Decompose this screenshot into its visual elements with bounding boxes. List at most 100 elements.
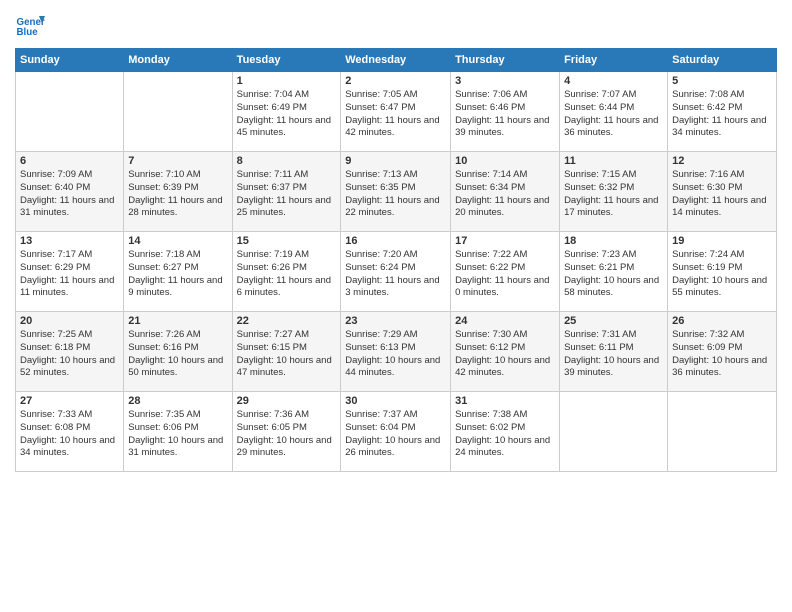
calendar-cell-1-4: 2 Sunrise: 7:05 AM Sunset: 6:47 PM Daylig… xyxy=(341,72,451,152)
day-info: Sunrise: 7:32 AM Sunset: 6:09 PM Dayligh… xyxy=(672,329,772,380)
day-info: Sunrise: 7:16 AM Sunset: 6:30 PM Dayligh… xyxy=(672,169,772,220)
day-number: 20 xyxy=(20,315,119,327)
day-number: 22 xyxy=(237,315,337,327)
calendar-cell-3-3: 15 Sunrise: 7:19 AM Sunset: 6:26 PM Dayli… xyxy=(232,232,341,312)
calendar-week-5: 27 Sunrise: 7:33 AM Sunset: 6:08 PM Dayli… xyxy=(16,392,777,472)
day-info: Sunrise: 7:30 AM Sunset: 6:12 PM Dayligh… xyxy=(455,329,555,380)
day-info: Sunrise: 7:25 AM Sunset: 6:18 PM Dayligh… xyxy=(20,329,119,380)
day-number: 28 xyxy=(128,395,227,407)
calendar-cell-2-3: 8 Sunrise: 7:11 AM Sunset: 6:37 PM Daylig… xyxy=(232,152,341,232)
calendar-cell-2-4: 9 Sunrise: 7:13 AM Sunset: 6:35 PM Daylig… xyxy=(341,152,451,232)
day-number: 16 xyxy=(345,235,446,247)
logo-icon: General Blue xyxy=(15,10,45,40)
calendar-cell-5-6 xyxy=(560,392,668,472)
day-info: Sunrise: 7:26 AM Sunset: 6:16 PM Dayligh… xyxy=(128,329,227,380)
day-info: Sunrise: 7:35 AM Sunset: 6:06 PM Dayligh… xyxy=(128,409,227,460)
day-info: Sunrise: 7:18 AM Sunset: 6:27 PM Dayligh… xyxy=(128,249,227,300)
day-number: 18 xyxy=(564,235,663,247)
calendar-cell-3-5: 17 Sunrise: 7:22 AM Sunset: 6:22 PM Dayli… xyxy=(451,232,560,312)
logo: General Blue xyxy=(15,10,45,40)
day-info: Sunrise: 7:13 AM Sunset: 6:35 PM Dayligh… xyxy=(345,169,446,220)
day-info: Sunrise: 7:07 AM Sunset: 6:44 PM Dayligh… xyxy=(564,89,663,140)
calendar-header-thursday: Thursday xyxy=(451,49,560,72)
day-number: 11 xyxy=(564,155,663,167)
calendar-cell-1-2 xyxy=(124,72,232,152)
calendar-cell-1-5: 3 Sunrise: 7:06 AM Sunset: 6:46 PM Daylig… xyxy=(451,72,560,152)
day-number: 3 xyxy=(455,75,555,87)
day-number: 1 xyxy=(237,75,337,87)
calendar-header-row: SundayMondayTuesdayWednesdayThursdayFrid… xyxy=(16,49,777,72)
calendar-cell-4-2: 21 Sunrise: 7:26 AM Sunset: 6:16 PM Dayli… xyxy=(124,312,232,392)
day-info: Sunrise: 7:09 AM Sunset: 6:40 PM Dayligh… xyxy=(20,169,119,220)
calendar-cell-4-7: 26 Sunrise: 7:32 AM Sunset: 6:09 PM Dayli… xyxy=(668,312,777,392)
calendar-cell-4-3: 22 Sunrise: 7:27 AM Sunset: 6:15 PM Dayli… xyxy=(232,312,341,392)
day-info: Sunrise: 7:38 AM Sunset: 6:02 PM Dayligh… xyxy=(455,409,555,460)
day-number: 31 xyxy=(455,395,555,407)
day-info: Sunrise: 7:17 AM Sunset: 6:29 PM Dayligh… xyxy=(20,249,119,300)
calendar-week-2: 6Sunrise: 7:09 AM Sunset: 6:40 PM Daylig… xyxy=(16,152,777,232)
day-number: 7 xyxy=(128,155,227,167)
day-info: Sunrise: 7:24 AM Sunset: 6:19 PM Dayligh… xyxy=(672,249,772,300)
calendar-cell-2-6: 11 Sunrise: 7:15 AM Sunset: 6:32 PM Dayli… xyxy=(560,152,668,232)
calendar-header-sunday: Sunday xyxy=(16,49,124,72)
calendar-cell-5-4: 30 Sunrise: 7:37 AM Sunset: 6:04 PM Dayli… xyxy=(341,392,451,472)
day-info: Sunrise: 7:19 AM Sunset: 6:26 PM Dayligh… xyxy=(237,249,337,300)
day-info: Sunrise: 7:29 AM Sunset: 6:13 PM Dayligh… xyxy=(345,329,446,380)
day-number: 21 xyxy=(128,315,227,327)
calendar-cell-1-7: 5 Sunrise: 7:08 AM Sunset: 6:42 PM Daylig… xyxy=(668,72,777,152)
day-info: Sunrise: 7:10 AM Sunset: 6:39 PM Dayligh… xyxy=(128,169,227,220)
day-number: 9 xyxy=(345,155,446,167)
calendar-cell-1-1 xyxy=(16,72,124,152)
calendar-cell-3-6: 18Sunrise: 7:23 AM Sunset: 6:21 PM Dayli… xyxy=(560,232,668,312)
day-info: Sunrise: 7:11 AM Sunset: 6:37 PM Dayligh… xyxy=(237,169,337,220)
calendar-header-wednesday: Wednesday xyxy=(341,49,451,72)
calendar-cell-2-2: 7 Sunrise: 7:10 AM Sunset: 6:39 PM Daylig… xyxy=(124,152,232,232)
svg-text:Blue: Blue xyxy=(17,27,39,38)
day-info: Sunrise: 7:14 AM Sunset: 6:34 PM Dayligh… xyxy=(455,169,555,220)
day-number: 12 xyxy=(672,155,772,167)
day-number: 17 xyxy=(455,235,555,247)
header: General Blue xyxy=(15,10,777,40)
calendar-cell-5-3: 29Sunrise: 7:36 AM Sunset: 6:05 PM Dayli… xyxy=(232,392,341,472)
calendar-cell-3-4: 16 Sunrise: 7:20 AM Sunset: 6:24 PM Dayli… xyxy=(341,232,451,312)
calendar-table: SundayMondayTuesdayWednesdayThursdayFrid… xyxy=(15,48,777,472)
calendar-header-tuesday: Tuesday xyxy=(232,49,341,72)
calendar-cell-4-5: 24 Sunrise: 7:30 AM Sunset: 6:12 PM Dayli… xyxy=(451,312,560,392)
day-info: Sunrise: 7:04 AM Sunset: 6:49 PM Dayligh… xyxy=(237,89,337,140)
calendar-cell-2-5: 10 Sunrise: 7:14 AM Sunset: 6:34 PM Dayli… xyxy=(451,152,560,232)
day-number: 30 xyxy=(345,395,446,407)
day-number: 19 xyxy=(672,235,772,247)
day-number: 15 xyxy=(237,235,337,247)
day-info: Sunrise: 7:37 AM Sunset: 6:04 PM Dayligh… xyxy=(345,409,446,460)
calendar-cell-4-4: 23 Sunrise: 7:29 AM Sunset: 6:13 PM Dayli… xyxy=(341,312,451,392)
day-info: Sunrise: 7:08 AM Sunset: 6:42 PM Dayligh… xyxy=(672,89,772,140)
day-info: Sunrise: 7:20 AM Sunset: 6:24 PM Dayligh… xyxy=(345,249,446,300)
day-number: 5 xyxy=(672,75,772,87)
day-number: 2 xyxy=(345,75,446,87)
day-info: Sunrise: 7:27 AM Sunset: 6:15 PM Dayligh… xyxy=(237,329,337,380)
day-number: 8 xyxy=(237,155,337,167)
calendar-cell-3-2: 14Sunrise: 7:18 AM Sunset: 6:27 PM Dayli… xyxy=(124,232,232,312)
calendar-cell-4-1: 20 Sunrise: 7:25 AM Sunset: 6:18 PM Dayli… xyxy=(16,312,124,392)
calendar-cell-2-1: 6Sunrise: 7:09 AM Sunset: 6:40 PM Daylig… xyxy=(16,152,124,232)
calendar-cell-1-3: 1 Sunrise: 7:04 AM Sunset: 6:49 PM Daylig… xyxy=(232,72,341,152)
calendar-header-saturday: Saturday xyxy=(668,49,777,72)
day-number: 27 xyxy=(20,395,119,407)
day-number: 24 xyxy=(455,315,555,327)
day-info: Sunrise: 7:15 AM Sunset: 6:32 PM Dayligh… xyxy=(564,169,663,220)
calendar-cell-4-6: 25 Sunrise: 7:31 AM Sunset: 6:11 PM Dayli… xyxy=(560,312,668,392)
day-info: Sunrise: 7:22 AM Sunset: 6:22 PM Dayligh… xyxy=(455,249,555,300)
day-number: 10 xyxy=(455,155,555,167)
calendar-cell-3-1: 13Sunrise: 7:17 AM Sunset: 6:29 PM Dayli… xyxy=(16,232,124,312)
calendar-cell-3-7: 19 Sunrise: 7:24 AM Sunset: 6:19 PM Dayli… xyxy=(668,232,777,312)
day-number: 29 xyxy=(237,395,337,407)
calendar-week-3: 13Sunrise: 7:17 AM Sunset: 6:29 PM Dayli… xyxy=(16,232,777,312)
day-number: 26 xyxy=(672,315,772,327)
day-number: 25 xyxy=(564,315,663,327)
day-number: 23 xyxy=(345,315,446,327)
calendar-cell-5-7 xyxy=(668,392,777,472)
day-info: Sunrise: 7:05 AM Sunset: 6:47 PM Dayligh… xyxy=(345,89,446,140)
day-info: Sunrise: 7:33 AM Sunset: 6:08 PM Dayligh… xyxy=(20,409,119,460)
day-info: Sunrise: 7:31 AM Sunset: 6:11 PM Dayligh… xyxy=(564,329,663,380)
day-info: Sunrise: 7:06 AM Sunset: 6:46 PM Dayligh… xyxy=(455,89,555,140)
